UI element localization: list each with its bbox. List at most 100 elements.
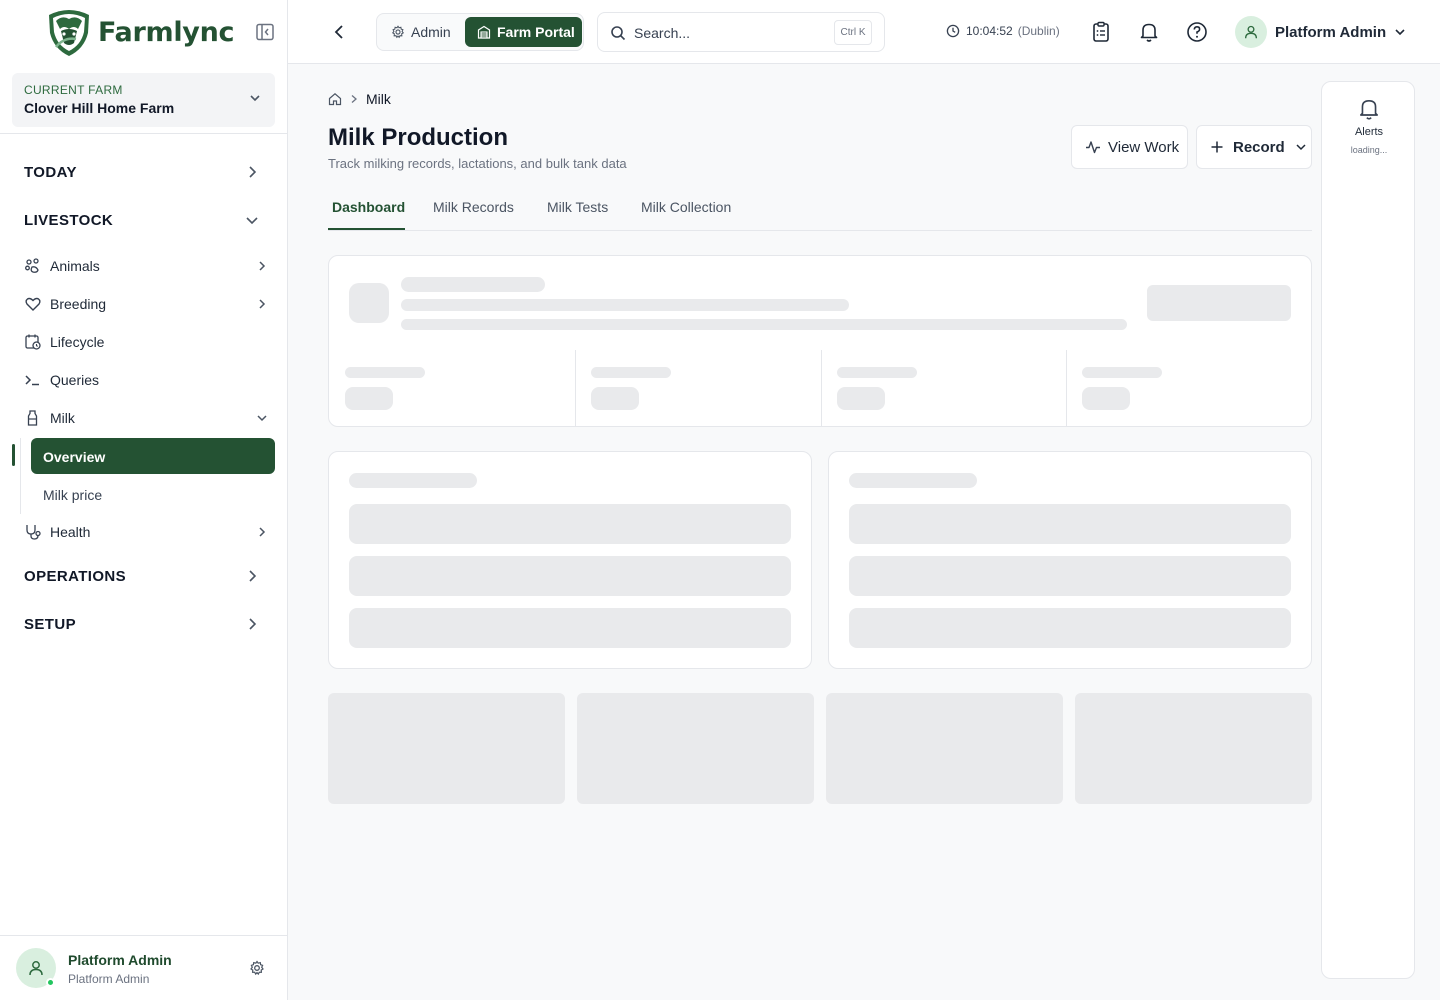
- chevron-down-icon: [1395, 29, 1405, 36]
- page-tabs: Dashboard Milk Records Milk Tests Milk C…: [328, 199, 1312, 231]
- help-icon[interactable]: [1186, 21, 1208, 43]
- page-title: Milk Production: [328, 124, 508, 151]
- skeleton-line: [401, 277, 545, 292]
- logo-row: Farmlync: [0, 0, 287, 64]
- sidebar-item-queries[interactable]: Queries: [24, 371, 99, 389]
- skeleton-stat-label: [345, 367, 425, 378]
- portal-switcher: Admin Farm Portal: [376, 13, 584, 51]
- nav-section-operations[interactable]: OPERATIONS: [24, 568, 126, 585]
- collapse-sidebar-icon[interactable]: [255, 22, 275, 42]
- chevron-right-icon[interactable]: [256, 526, 268, 538]
- chevron-right-icon[interactable]: [245, 569, 259, 583]
- brand-logo[interactable]: Farmlync: [44, 7, 235, 57]
- gear-icon[interactable]: [249, 960, 265, 976]
- chevron-down-icon[interactable]: [256, 412, 268, 424]
- activity-icon: [1086, 141, 1100, 154]
- divider: [575, 350, 576, 426]
- skeleton-stat-label: [1082, 367, 1162, 378]
- breadcrumb-current: Milk: [366, 91, 391, 107]
- skeleton-line: [401, 319, 1127, 330]
- chevron-right-icon[interactable]: [245, 617, 259, 631]
- divider: [1066, 350, 1067, 426]
- clock-display: 10:04:52 (Dublin): [946, 24, 1060, 38]
- farm-portal-switch-label: Farm Portal: [497, 24, 575, 40]
- chevron-down-icon[interactable]: [245, 213, 259, 227]
- tab-milk-tests[interactable]: Milk Tests: [547, 199, 608, 215]
- search-input[interactable]: [634, 23, 824, 43]
- record-label: Record: [1233, 138, 1285, 156]
- clipboard-icon[interactable]: [1091, 21, 1111, 43]
- active-tab-underline: [328, 228, 405, 230]
- sidebar-item-label: Lifecycle: [50, 334, 105, 350]
- farm-selector-label: CURRENT FARM: [24, 83, 123, 97]
- skeleton-row: [349, 556, 791, 596]
- summary-card-skeleton: [328, 255, 1312, 427]
- farm-name: Clover Hill Home Farm: [24, 100, 175, 116]
- home-icon[interactable]: [328, 92, 342, 106]
- sidebar-item-label: Animals: [50, 258, 100, 274]
- chevron-left-icon[interactable]: [332, 22, 348, 42]
- terminal-icon: [25, 375, 39, 386]
- skeleton-block: [1075, 693, 1312, 804]
- sidebar-item-milk[interactable]: Milk: [24, 409, 75, 427]
- skeleton-block: [577, 693, 814, 804]
- divider: [0, 133, 287, 134]
- chevron-right-icon[interactable]: [245, 165, 259, 179]
- stethoscope-icon: [26, 525, 41, 540]
- skeleton-stat-value: [1082, 387, 1130, 410]
- admin-switch-button[interactable]: Admin: [391, 24, 451, 40]
- tab-milk-collection[interactable]: Milk Collection: [641, 199, 731, 215]
- alerts-label: Alerts: [1354, 126, 1384, 138]
- skeleton-stat-value: [345, 387, 393, 410]
- view-work-button[interactable]: View Work: [1071, 125, 1188, 169]
- heart-icon: [25, 297, 41, 311]
- breadcrumb: Milk: [328, 91, 391, 107]
- skeleton-stat-label: [837, 367, 917, 378]
- sidebar-item-breeding[interactable]: Breeding: [24, 295, 106, 313]
- farm-selector[interactable]: CURRENT FARM Clover Hill Home Farm: [12, 73, 275, 127]
- nav-section-livestock[interactable]: LIVESTOCK: [24, 212, 113, 229]
- user-menu-button[interactable]: Platform Admin: [1235, 16, 1406, 48]
- topbar: Admin Farm Portal Ctrl K 10:04:52 (Dubli…: [288, 0, 1440, 64]
- record-button[interactable]: Record: [1196, 125, 1312, 169]
- skeleton-stat-value: [591, 387, 639, 410]
- user-icon: [1245, 25, 1257, 39]
- skeleton-stat-label: [591, 367, 671, 378]
- tab-milk-records[interactable]: Milk Records: [433, 199, 514, 215]
- sidebar-subitem-overview[interactable]: Overview: [31, 438, 275, 474]
- list-card-skeleton: [828, 451, 1312, 669]
- skeleton-block: [328, 693, 565, 804]
- sidebar-item-label: Breeding: [50, 296, 107, 312]
- list-card-skeleton: [328, 451, 812, 669]
- online-status-dot: [46, 978, 55, 987]
- chevron-right-icon[interactable]: [256, 298, 268, 310]
- skeleton-heading: [849, 473, 977, 488]
- bell-icon[interactable]: [1139, 21, 1159, 43]
- skeleton-row: [849, 504, 1291, 544]
- admin-switch-label: Admin: [411, 24, 451, 40]
- paw-icon: [25, 258, 39, 273]
- skeleton-line: [401, 299, 849, 311]
- search-shortcut-hint: Ctrl K: [834, 20, 872, 45]
- sidebar-subitem-milk-price[interactable]: Milk price: [43, 487, 102, 503]
- sidebar-item-animals[interactable]: Animals: [24, 257, 100, 275]
- sidebar-item-lifecycle[interactable]: Lifecycle: [24, 333, 104, 351]
- view-work-label: View Work: [1108, 138, 1180, 156]
- nav-section-today[interactable]: TODAY: [24, 164, 77, 181]
- active-indicator: [12, 444, 15, 466]
- page-subtitle: Track milking records, lactations, and b…: [328, 156, 627, 171]
- skeleton-avatar: [349, 283, 389, 323]
- plus-icon: [1211, 141, 1223, 153]
- nav-section-setup[interactable]: SETUP: [24, 616, 76, 633]
- sidebar-item-label: Health: [50, 524, 91, 540]
- chevron-right-icon[interactable]: [256, 260, 268, 272]
- skeleton-stat-value: [837, 387, 885, 410]
- farm-portal-switch-button[interactable]: Farm Portal: [465, 17, 582, 47]
- alerts-panel[interactable]: Alerts loading...: [1321, 81, 1415, 979]
- alerts-status: loading...: [1350, 145, 1388, 155]
- chevron-down-icon: [1296, 144, 1306, 151]
- sidebar-item-health[interactable]: Health: [24, 523, 90, 541]
- tab-dashboard[interactable]: Dashboard: [332, 199, 405, 215]
- clock-timezone: (Dublin): [1017, 24, 1060, 38]
- avatar: [1235, 16, 1267, 48]
